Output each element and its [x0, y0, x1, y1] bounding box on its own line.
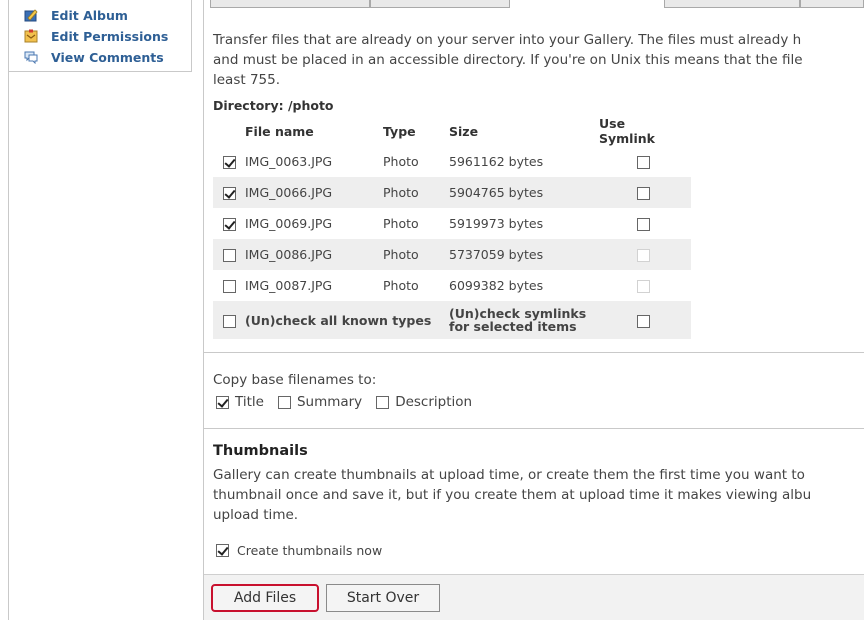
copy-filenames-label: Copy base filenames to: [213, 372, 377, 388]
sidebar-item-edit-permissions[interactable]: Edit Permissions [24, 27, 169, 45]
file-type: Photo [383, 278, 419, 293]
symlink-checkbox [637, 249, 650, 262]
header-use-symlink: Use Symlink [599, 116, 655, 146]
sidebar-item-edit-album[interactable]: Edit Album [24, 6, 128, 24]
directory-label: Directory: /photo [213, 98, 334, 113]
add-files-button[interactable]: Add Files [211, 584, 319, 612]
symlink-checkbox [637, 280, 650, 293]
file-select-checkbox[interactable] [223, 156, 236, 169]
create-thumbnails-checkbox[interactable] [216, 544, 229, 557]
check-symlinks-line: for selected items [449, 319, 577, 334]
table-row-check-all: (Un)check all known types (Un)check syml… [213, 301, 691, 339]
header-type: Type [383, 123, 416, 139]
option-label: Description [395, 394, 473, 410]
sidebar-item-label: Edit Permissions [51, 28, 169, 44]
divider [204, 428, 864, 429]
check-symlinks-checkbox[interactable] [637, 314, 650, 328]
main-panel-border [203, 0, 204, 620]
file-type: Photo [383, 177, 449, 208]
option-label: Summary [296, 394, 363, 410]
check-all-checkbox[interactable] [223, 314, 236, 328]
symlink-checkbox[interactable] [637, 156, 650, 169]
create-thumbnails-option[interactable]: Create thumbnails now [216, 543, 382, 558]
file-type: Photo [383, 216, 419, 231]
copy-to-title-option[interactable]: Title [216, 394, 264, 410]
option-label: Title [235, 394, 264, 410]
file-name: IMG_0087.JPG [245, 278, 333, 293]
edit-album-icon [24, 9, 38, 22]
table-row: IMG_0086.JPG Photo 5737059 bytes [213, 239, 691, 270]
table-header: File name Type Size Use Symlink [213, 116, 691, 146]
symlink-checkbox[interactable] [637, 218, 650, 231]
sidebar-border [8, 72, 9, 620]
intro-line: Transfer files that are already on your … [213, 32, 802, 48]
file-select-checkbox[interactable] [223, 218, 236, 231]
intro-line: least 755. [213, 72, 281, 88]
file-size: 6099382 bytes [449, 278, 544, 293]
tab-3[interactable] [664, 0, 800, 8]
symlink-checkbox[interactable] [637, 187, 650, 200]
file-type: Photo [383, 239, 449, 270]
file-name: IMG_0069.JPG [245, 216, 333, 231]
file-name: IMG_0063.JPG [245, 154, 333, 169]
file-size: 5919973 bytes [449, 216, 544, 231]
file-select-checkbox[interactable] [223, 280, 236, 293]
copy-to-description-checkbox[interactable] [376, 395, 390, 409]
table-row: IMG_0069.JPG Photo 5919973 bytes [213, 208, 691, 239]
sidebar-item-label: Edit Album [51, 7, 128, 23]
intro-text: Transfer files that are already on your … [213, 30, 864, 90]
thumbnails-line: thumbnail once and save it, but if you c… [213, 487, 812, 503]
copy-filenames-options: Title Summary Description [216, 394, 486, 410]
file-select-checkbox[interactable] [223, 187, 236, 200]
tab-1[interactable] [210, 0, 370, 8]
intro-line: and must be placed in an accessible dire… [213, 52, 803, 68]
header-size: Size [449, 123, 479, 139]
table-row: IMG_0087.JPG Photo 6099382 bytes [213, 270, 691, 301]
file-size: 5904765 bytes [449, 177, 599, 208]
file-name: IMG_0086.JPG [245, 239, 383, 270]
copy-to-summary-checkbox[interactable] [277, 395, 291, 409]
file-table: File name Type Size Use Symlink IMG_0063… [213, 116, 691, 339]
file-name: IMG_0066.JPG [245, 177, 383, 208]
file-size: 5961162 bytes [449, 154, 544, 169]
check-all-label: (Un)check all known types [245, 301, 449, 339]
header-file-name: File name [245, 123, 314, 139]
divider [204, 352, 864, 353]
sidebar-item-view-comments[interactable]: View Comments [24, 48, 164, 66]
thumbnails-heading: Thumbnails [213, 443, 308, 459]
copy-to-title-checkbox[interactable] [216, 395, 229, 409]
comments-icon [24, 51, 38, 64]
tab-2[interactable] [370, 0, 510, 8]
thumbnails-line: Gallery can create thumbnails at upload … [213, 467, 805, 483]
file-select-checkbox[interactable] [223, 249, 236, 262]
thumbnails-description: Gallery can create thumbnails at upload … [213, 465, 864, 525]
file-size: 5737059 bytes [449, 239, 599, 270]
table-row: IMG_0063.JPG Photo 5961162 bytes [213, 146, 691, 177]
check-symlinks-label: (Un)check symlinks for selected items [449, 301, 599, 339]
tab-4[interactable] [800, 0, 864, 8]
permissions-icon [24, 29, 38, 43]
create-thumbnails-label: Create thumbnails now [237, 543, 383, 558]
file-type: Photo [383, 154, 419, 169]
copy-to-summary-option[interactable]: Summary [277, 394, 363, 410]
table-row: IMG_0066.JPG Photo 5904765 bytes [213, 177, 691, 208]
sidebar-item-label: View Comments [51, 49, 164, 65]
copy-to-description-option[interactable]: Description [376, 394, 472, 410]
thumbnails-line: upload time. [213, 507, 299, 523]
start-over-button[interactable]: Start Over [326, 584, 440, 612]
